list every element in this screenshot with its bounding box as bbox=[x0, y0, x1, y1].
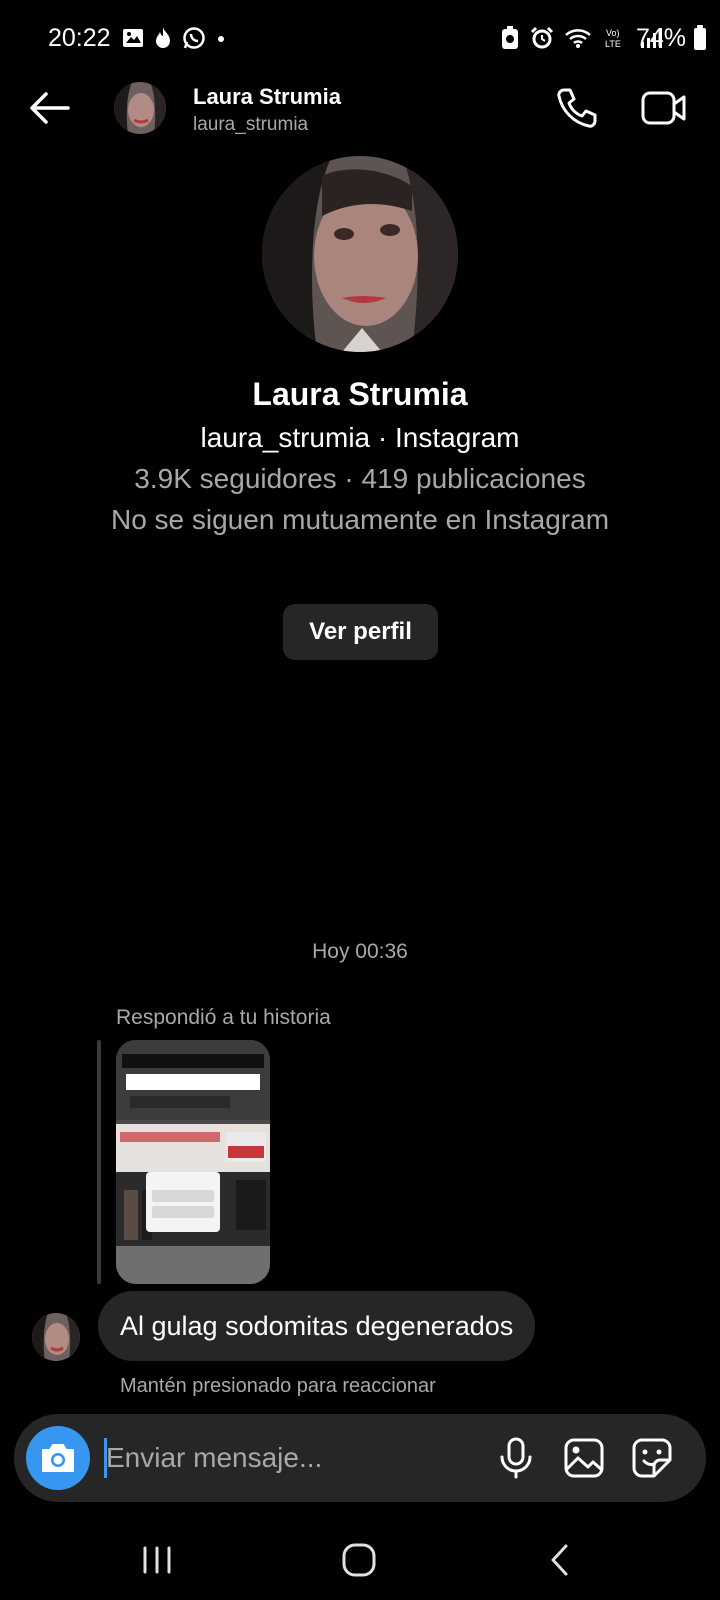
chat-header: Laura Strumia laura_strumia bbox=[0, 80, 720, 136]
profile-stats: 3.9K seguidores · 419 publicaciones bbox=[134, 463, 586, 494]
svg-text:Vo): Vo) bbox=[606, 28, 620, 38]
profile-avatar[interactable] bbox=[262, 156, 458, 352]
camera-button[interactable] bbox=[26, 1426, 90, 1490]
dot-icon bbox=[214, 27, 228, 49]
alarm-icon bbox=[530, 26, 554, 50]
dm-screen: 20:22 Vo) LTE 74% Laura Strumia laura_st… bbox=[0, 0, 720, 1600]
status-time: 20:22 bbox=[48, 24, 111, 52]
header-name[interactable]: Laura Strumia bbox=[193, 84, 341, 110]
video-camera-icon bbox=[641, 91, 686, 125]
message-input[interactable] bbox=[106, 1434, 486, 1482]
home-icon bbox=[342, 1543, 376, 1577]
chevron-left-icon bbox=[551, 1544, 568, 1576]
view-profile-button[interactable]: Ver perfil bbox=[283, 604, 438, 660]
reply-indicator-bar bbox=[97, 1040, 101, 1284]
header-handle[interactable]: laura_strumia bbox=[193, 114, 308, 136]
voice-call-button[interactable] bbox=[555, 86, 599, 130]
story-reply-label: Respondió a tu historia bbox=[116, 1006, 331, 1029]
battery-saver-icon bbox=[500, 26, 520, 50]
recents-icon bbox=[143, 1546, 171, 1574]
volte-icon: Vo) LTE bbox=[604, 26, 630, 50]
microphone-icon bbox=[500, 1437, 532, 1479]
voice-message-button[interactable] bbox=[494, 1436, 538, 1480]
message-bubble[interactable]: Al gulag sodomitas degenerados bbox=[98, 1291, 536, 1361]
svg-text:LTE: LTE bbox=[605, 39, 621, 49]
sticker-button[interactable] bbox=[630, 1436, 674, 1480]
system-navigation-bar bbox=[0, 1520, 720, 1600]
status-bar: 20:22 Vo) LTE 74% bbox=[0, 0, 720, 80]
message-timestamp: Hoy 00:36 bbox=[312, 940, 408, 963]
gallery-icon bbox=[564, 1438, 604, 1478]
battery-icon bbox=[694, 25, 706, 50]
profile-mutual-status: No se siguen mutuamente en Instagram bbox=[110, 504, 610, 535]
camera-icon bbox=[42, 1444, 74, 1472]
fire-icon bbox=[152, 26, 174, 50]
home-button[interactable] bbox=[334, 1538, 384, 1582]
back-nav-button[interactable] bbox=[536, 1538, 586, 1582]
battery-percentage: 74% bbox=[635, 24, 686, 52]
profile-subtitle: laura_strumia · Instagram bbox=[200, 422, 520, 453]
whatsapp-icon bbox=[182, 26, 206, 50]
message-composer bbox=[14, 1414, 706, 1502]
arrow-left-icon bbox=[30, 92, 70, 124]
story-thumbnail[interactable] bbox=[116, 1040, 270, 1284]
recents-button[interactable] bbox=[132, 1538, 182, 1582]
video-call-button[interactable] bbox=[640, 88, 688, 128]
profile-name: Laura Strumia bbox=[252, 376, 468, 412]
wifi-icon bbox=[564, 26, 594, 50]
gallery-button[interactable] bbox=[562, 1436, 606, 1480]
notification-icons bbox=[122, 26, 228, 50]
sender-avatar[interactable] bbox=[32, 1313, 80, 1361]
header-avatar[interactable] bbox=[114, 82, 166, 134]
phone-icon bbox=[557, 88, 597, 128]
react-hint: Mantén presionado para reaccionar bbox=[120, 1375, 436, 1397]
image-icon bbox=[122, 27, 144, 49]
sticker-icon bbox=[632, 1438, 672, 1478]
back-button[interactable] bbox=[26, 86, 72, 130]
